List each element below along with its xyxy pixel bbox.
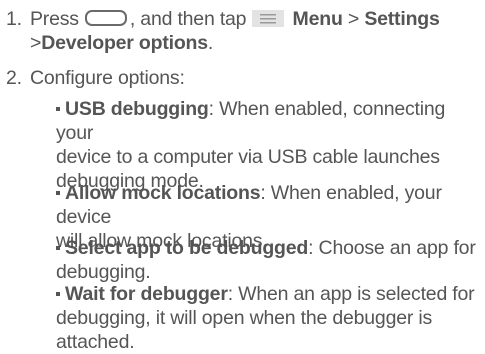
step-1-line-1: Press , and then tap Menu > Settings (30, 7, 479, 31)
option-line: USB debugging: When enabled, connecting … (56, 97, 479, 145)
option-line: Select app to be debugged: Choose an app… (56, 236, 479, 260)
home-key-icon (84, 10, 127, 26)
step-1-period: . (207, 32, 214, 54)
bullet-square-icon (56, 246, 60, 250)
step-1-line-2: >Developer options. (30, 31, 479, 55)
option-title: Select app to be debugged (65, 237, 309, 259)
menu-key-icon (252, 10, 285, 27)
option-usb-debugging: USB debugging: When enabled, connecting … (56, 97, 479, 193)
option-line: debugging. (56, 261, 151, 283)
option-line: Wait for debugger: When an app is select… (56, 282, 479, 306)
option-select-app-to-be-debugged: Select app to be debugged: Choose an app… (56, 236, 479, 284)
option-description: : Choose an app for (308, 237, 476, 259)
path-separator-1: > (347, 8, 360, 30)
step-2-text: Configure options: (30, 67, 185, 89)
option-line: Allow mock locations: When enabled, your… (56, 181, 479, 229)
developer-options-label: Developer options (41, 32, 208, 54)
option-wait-for-debugger: Wait for debugger: When an app is select… (56, 282, 479, 354)
option-title: USB debugging (65, 98, 209, 120)
path-separator-2: > (30, 32, 42, 54)
document-page: 1. Press , and then tap Menu > Settings >… (0, 0, 485, 354)
step-1-then-tap-text: , and then tap (129, 8, 247, 30)
bullet-square-icon (56, 191, 60, 195)
option-line: debugging, it will open when the debugge… (56, 307, 433, 329)
option-description: : When an app is selected for (227, 283, 475, 305)
option-line: attached. (56, 331, 135, 353)
step-1-press-text: Press (30, 8, 79, 30)
step-1: 1. Press , and then tap Menu > Settings >… (6, 7, 479, 55)
option-line: device to a computer via USB cable launc… (56, 146, 440, 168)
menu-label: Menu (292, 8, 343, 30)
step-1-body: Press, and then tap Menu > Settings >Dev… (30, 7, 479, 55)
option-title: Wait for debugger (65, 283, 228, 305)
option-title: Allow mock locations (65, 182, 261, 204)
step-1-number: 1. (6, 8, 22, 30)
step-2: 2. Configure options: (6, 66, 479, 90)
settings-label: Settings (364, 8, 440, 30)
step-2-number: 2. (6, 67, 22, 89)
bullet-square-icon (56, 107, 60, 111)
bullet-square-icon (56, 292, 60, 296)
